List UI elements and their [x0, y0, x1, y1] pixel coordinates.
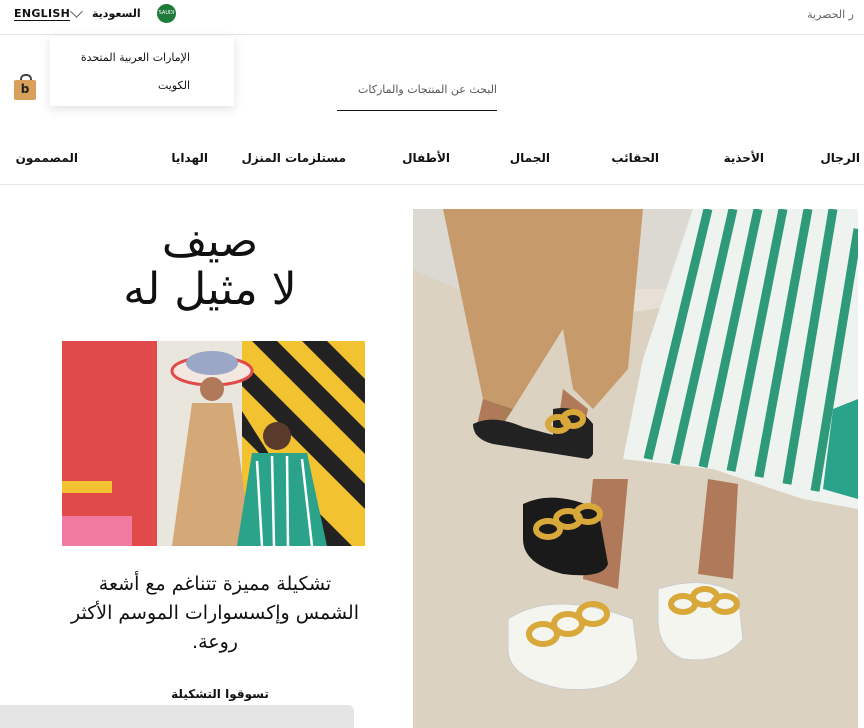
country-option-uae[interactable]: الإمارات العربية المتحدة — [81, 51, 190, 64]
nav-item-kids[interactable]: الأطفال — [402, 151, 450, 165]
shop-collection-link[interactable]: تسوقوا التشكيلة — [100, 687, 340, 701]
saudi-flag-icon[interactable]: SAUDI — [157, 4, 176, 23]
country-option-kuwait[interactable]: الكويت — [158, 79, 190, 92]
models-illustration — [62, 341, 365, 546]
promo-headline-line1: صيف — [161, 216, 259, 267]
country-dropdown: الإمارات العربية المتحدة الكويت — [50, 36, 234, 106]
promo-headline: صيف لا مثيل له — [60, 218, 360, 314]
bag-letter: b — [20, 82, 30, 96]
nav-item-gifts[interactable]: الهدايا — [171, 151, 208, 165]
main-nav: الرجال الأحذية الحقائب الجمال الأطفال مس… — [0, 140, 864, 185]
promo-description: تشكيلة مميزة تتناغم مع أشعة الشمس وإكسسو… — [71, 573, 359, 653]
search-placeholder: البحث عن المنتجات والماركات — [358, 83, 497, 96]
hero-illustration — [413, 209, 858, 728]
promo-photo-models[interactable] — [62, 341, 365, 546]
nav-item-home[interactable]: مستلزمات المنزل — [241, 151, 346, 165]
nav-item-bags[interactable]: الحقائب — [611, 151, 659, 165]
nav-item-shoes[interactable]: الأحذية — [724, 151, 764, 165]
country-selector[interactable]: السعودية — [92, 7, 141, 20]
nav-item-designers[interactable]: المصممون — [16, 151, 78, 165]
language-toggle[interactable]: ENGLISH — [14, 7, 71, 21]
promo-headline-line2: لا مثيل له — [123, 264, 297, 315]
nav-item-beauty[interactable]: الجمال — [510, 151, 550, 165]
search-input[interactable]: البحث عن المنتجات والماركات — [337, 80, 497, 111]
hero-photo-shoes[interactable] — [413, 209, 858, 728]
bag-icon[interactable]: b — [14, 74, 36, 100]
bottom-panel — [0, 705, 354, 728]
nav-item-men[interactable]: الرجال — [820, 151, 860, 165]
exclusive-link[interactable]: ر الحصرية — [807, 8, 854, 21]
